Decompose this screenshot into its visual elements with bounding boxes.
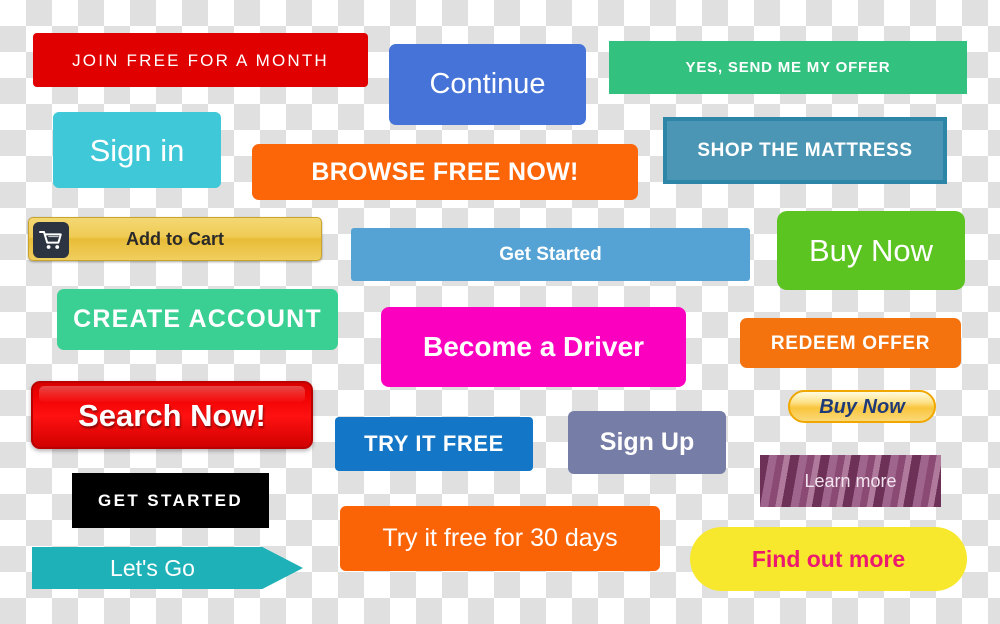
buy-now-pill-button[interactable]: Buy Now <box>788 390 936 423</box>
redeem-offer-button[interactable]: REDEEM OFFER <box>740 318 961 368</box>
create-account-button[interactable]: CREATE ACCOUNT <box>57 289 338 350</box>
buy-now-green-button[interactable]: Buy Now <box>777 211 965 290</box>
add-to-cart-label: Add to Cart <box>126 229 224 249</box>
yes-send-me-my-offer-button[interactable]: YES, SEND ME MY OFFER <box>609 41 967 94</box>
lets-go-button[interactable]: Let's Go <box>32 547 303 589</box>
search-now-button[interactable]: Search Now! <box>31 381 313 449</box>
find-out-more-button[interactable]: Find out more <box>690 527 967 591</box>
get-started-blue-button[interactable]: Get Started <box>351 228 750 281</box>
try-it-free-for-30-days-button[interactable]: Try it free for 30 days <box>340 506 660 571</box>
button-collection-canvas: JOIN FREE FOR A MONTH Continue YES, SEND… <box>0 0 1000 624</box>
search-now-label: Search Now! <box>78 397 266 433</box>
sign-up-button[interactable]: Sign Up <box>568 411 726 474</box>
become-a-driver-button[interactable]: Become a Driver <box>381 307 686 387</box>
learn-more-button[interactable]: Learn more <box>760 455 941 507</box>
sign-in-button[interactable]: Sign in <box>53 112 221 188</box>
shop-the-mattress-button[interactable]: SHOP THE MATTRESS <box>663 117 947 184</box>
continue-button[interactable]: Continue <box>389 44 586 125</box>
get-started-black-button[interactable]: GET STARTED <box>72 473 269 528</box>
try-it-free-button[interactable]: TRY IT FREE <box>335 417 533 471</box>
add-to-cart-button[interactable]: Add to Cart <box>28 217 322 261</box>
browse-free-now-button[interactable]: BROWSE FREE NOW! <box>252 144 638 200</box>
join-free-for-a-month-button[interactable]: JOIN FREE FOR A MONTH <box>33 33 368 87</box>
shopping-cart-icon <box>33 222 69 258</box>
